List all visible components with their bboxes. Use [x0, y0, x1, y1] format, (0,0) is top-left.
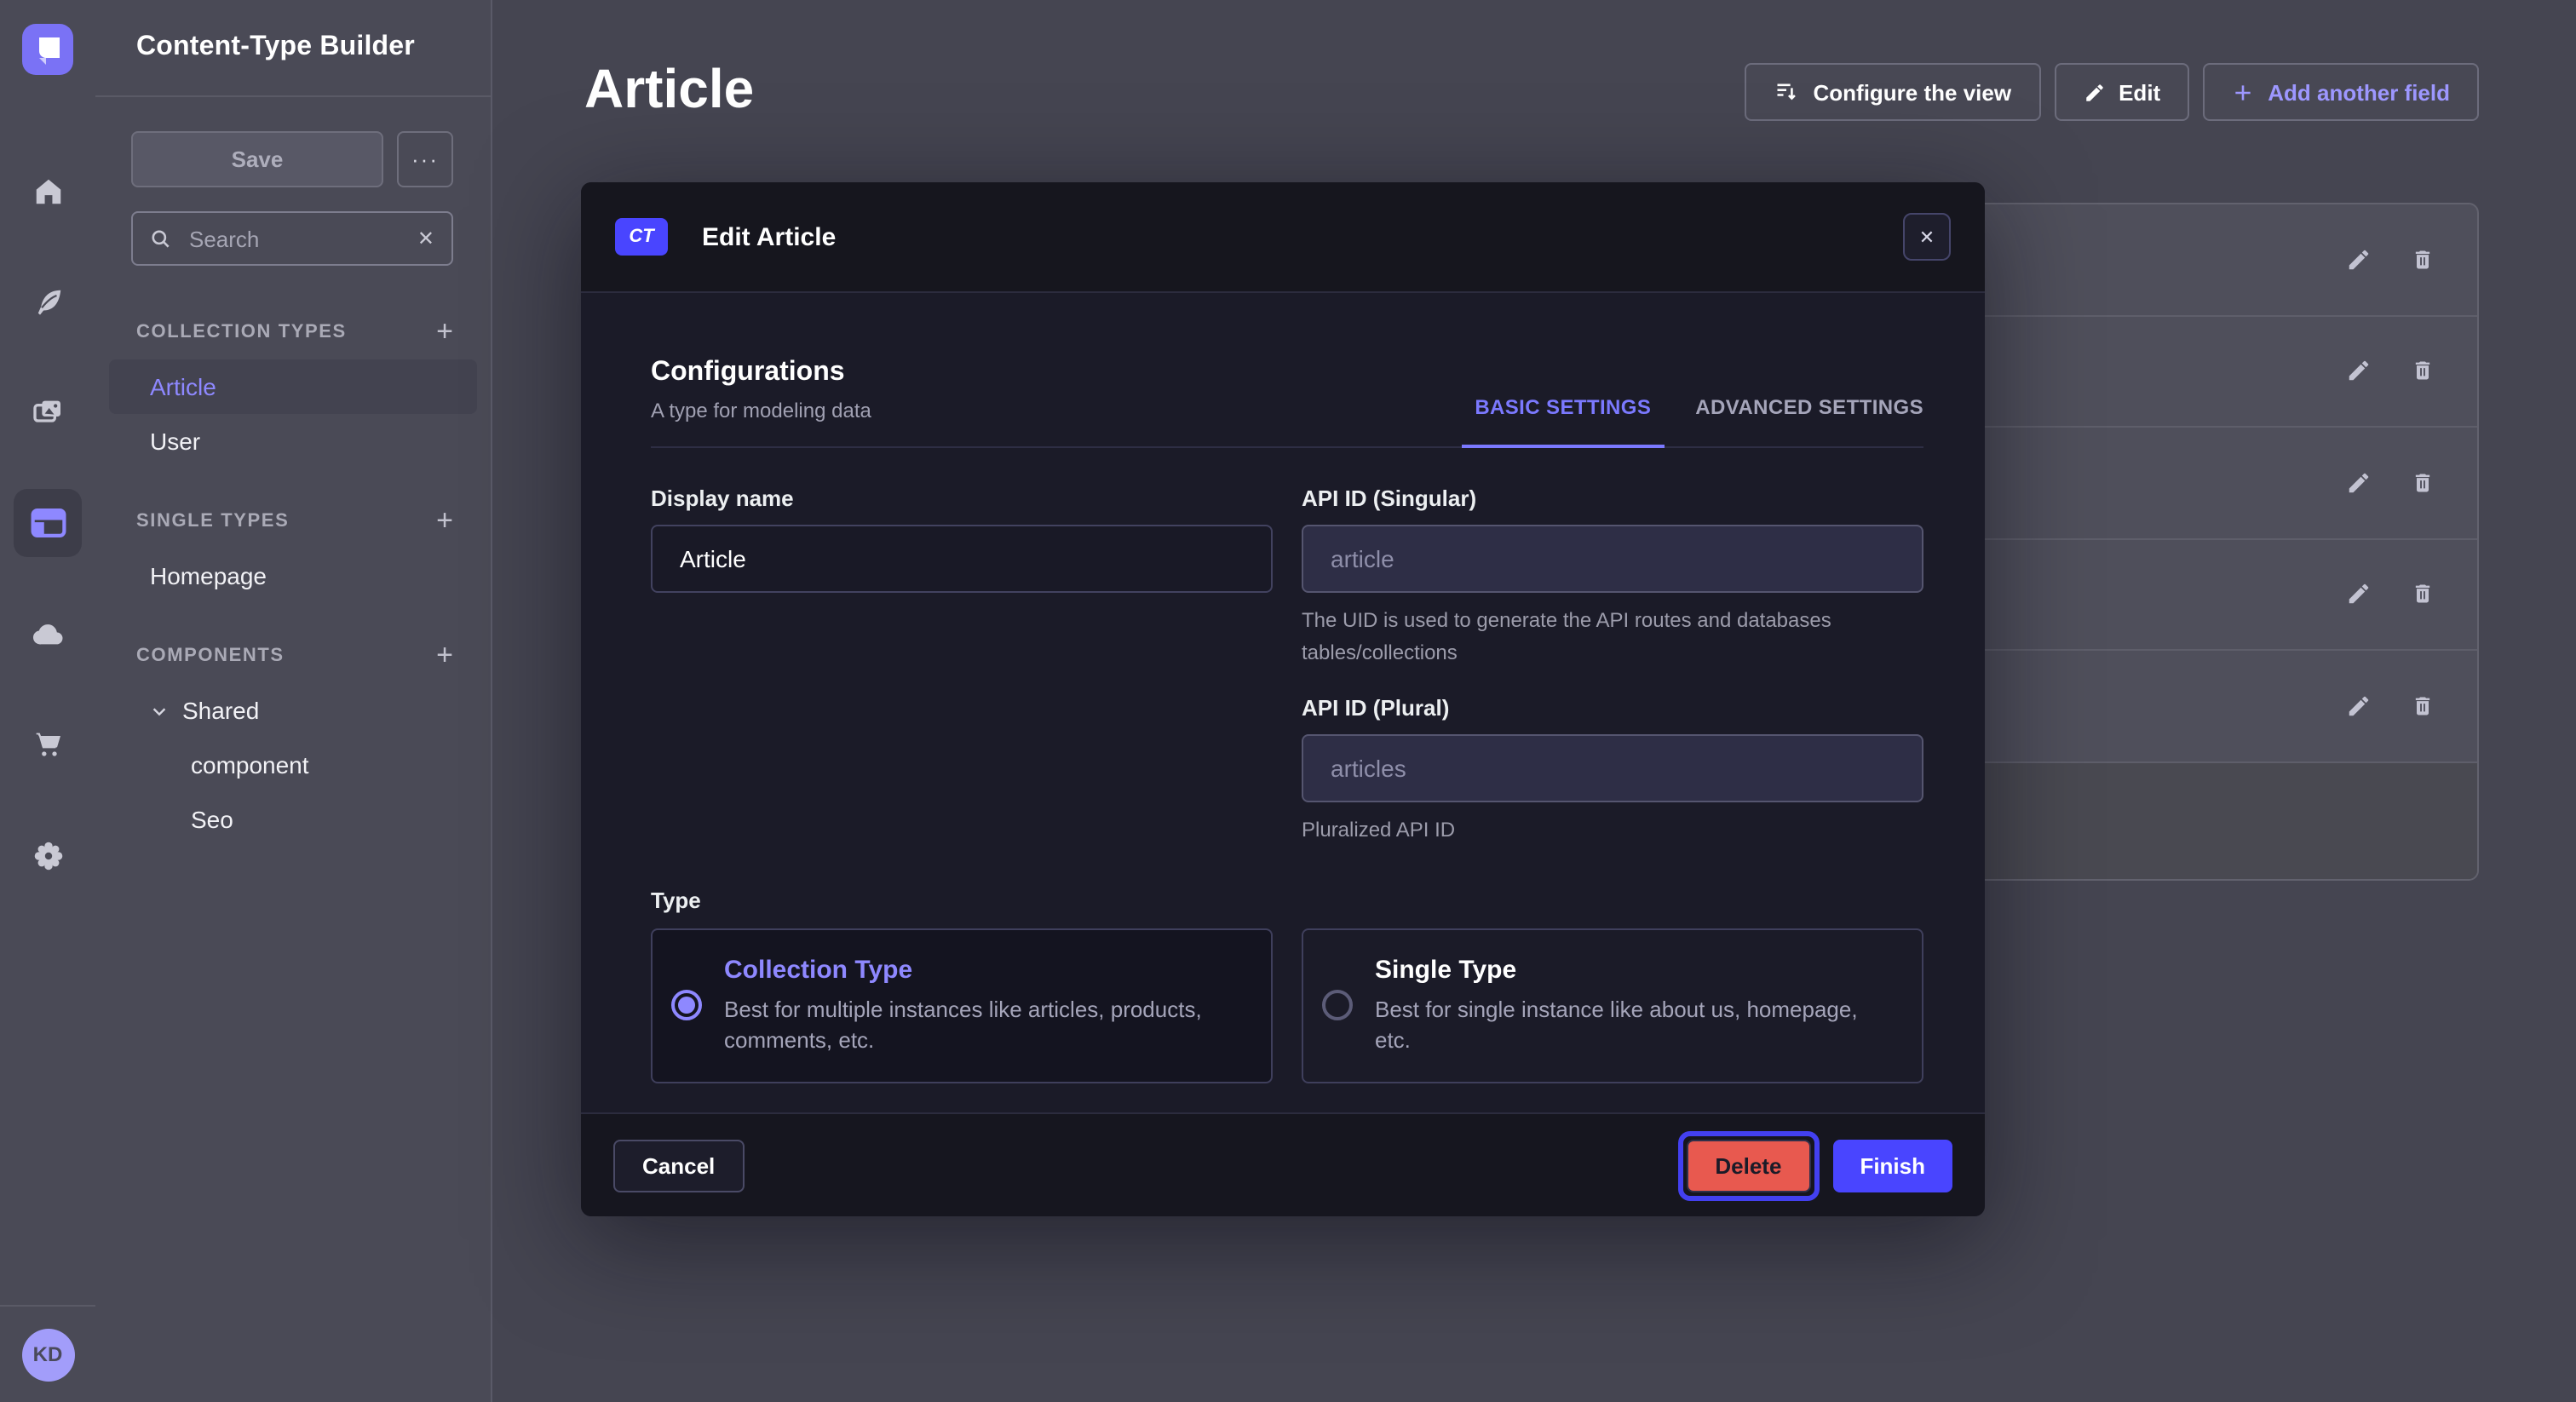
finish-button[interactable]: Finish [1832, 1139, 1952, 1192]
api-id-plural-field-group: API ID (Plural) Pluralized API ID [1302, 695, 1923, 846]
trash-icon[interactable] [2409, 581, 2436, 608]
search-box: ✕ [131, 211, 453, 266]
settings-tabs: BASIC SETTINGS ADVANCED SETTINGS [1475, 395, 1923, 446]
api-id-singular-input[interactable] [1302, 525, 1923, 593]
section-label: COMPONENTS [136, 645, 285, 665]
add-collection-type-icon[interactable]: + [436, 317, 453, 346]
display-name-label: Display name [651, 486, 1273, 511]
search-icon [150, 227, 172, 250]
delete-button[interactable]: Delete [1686, 1139, 1810, 1192]
rail-nav [14, 157, 82, 1305]
modal-body: Configurations A type for modeling data … [581, 293, 1985, 1112]
close-icon[interactable]: ✕ [1903, 213, 1951, 261]
section-single-types: SINGLE TYPES + Homepage [95, 506, 491, 603]
home-icon[interactable] [14, 157, 82, 225]
edit-button[interactable]: Edit [2054, 63, 2189, 121]
add-component-icon[interactable]: + [436, 641, 453, 669]
trash-icon[interactable] [2409, 469, 2436, 497]
type-label: Type [651, 888, 1923, 913]
pencil-icon[interactable] [2344, 358, 2372, 385]
pencil-icon[interactable] [2344, 246, 2372, 273]
section-label: COLLECTION TYPES [136, 321, 347, 342]
collection-type-card[interactable]: Collection Type Best for multiple instan… [651, 928, 1273, 1083]
plus-icon [2232, 81, 2254, 103]
cart-icon[interactable] [14, 710, 82, 779]
save-button[interactable]: Save [131, 131, 383, 187]
sidebar-item-user[interactable]: User [109, 414, 477, 468]
collection-type-title: Collection Type [724, 956, 1235, 985]
modal-footer: Cancel Delete Finish [581, 1112, 1985, 1216]
single-type-title: Single Type [1375, 956, 1886, 985]
user-avatar[interactable]: KD [21, 1328, 74, 1381]
chevron-down-icon [150, 701, 169, 720]
subnav-title: Content-Type Builder [136, 32, 415, 63]
add-another-field-button[interactable]: Add another field [2203, 63, 2479, 121]
pencil-icon [2083, 81, 2105, 103]
search-input[interactable] [186, 224, 404, 253]
display-name-input[interactable] [651, 525, 1273, 593]
trash-icon[interactable] [2409, 246, 2436, 273]
settings-icon[interactable] [14, 821, 82, 889]
section-components: COMPONENTS + Shared component Seo [95, 641, 491, 847]
tab-basic-settings[interactable]: BASIC SETTINGS [1475, 395, 1651, 446]
api-id-plural-input[interactable] [1302, 734, 1923, 802]
radio-collection-type[interactable] [671, 991, 702, 1021]
search-clear-icon[interactable]: ✕ [417, 227, 434, 250]
section-collection-types: COLLECTION TYPES + Article User [95, 317, 491, 468]
pencil-icon[interactable] [2344, 581, 2372, 608]
modal-title: Edit Article [702, 222, 836, 251]
configure-view-icon [1774, 80, 1800, 104]
page-title: Article [584, 58, 754, 121]
tab-advanced-settings[interactable]: ADVANCED SETTINGS [1695, 395, 1923, 446]
trash-icon[interactable] [2409, 358, 2436, 385]
radio-single-type[interactable] [1322, 991, 1353, 1021]
media-library-icon[interactable] [14, 378, 82, 446]
display-name-field-group: Display name [651, 486, 1273, 668]
section-label: SINGLE TYPES [136, 510, 289, 531]
configurations-title: Configurations [651, 358, 871, 388]
main-nav-rail: KD [0, 0, 97, 1402]
trash-icon[interactable] [2409, 692, 2436, 720]
sidebar-item-shared[interactable]: Shared [109, 683, 477, 738]
add-single-type-icon[interactable]: + [436, 506, 453, 535]
delete-button-highlight-ring: Delete [1677, 1130, 1819, 1200]
single-type-card[interactable]: Single Type Best for single instance lik… [1302, 928, 1923, 1083]
feather-icon[interactable] [14, 267, 82, 336]
api-id-singular-field-group: API ID (Singular) The UID is used to gen… [1302, 486, 1923, 668]
subnav-header: Content-Type Builder [95, 0, 491, 97]
content-type-builder-subnav: Content-Type Builder Save ··· ✕ COLLECTI… [95, 0, 492, 1402]
single-type-desc: Best for single instance like about us, … [1375, 995, 1886, 1054]
more-options-button[interactable]: ··· [397, 131, 453, 187]
sidebar-item-article[interactable]: Article [109, 359, 477, 414]
edit-article-modal: CT Edit Article ✕ Configurations A type … [581, 182, 1985, 1216]
modal-header: CT Edit Article ✕ [581, 182, 1985, 293]
sidebar-item-seo[interactable]: Seo [109, 792, 477, 847]
cancel-button[interactable]: Cancel [613, 1139, 744, 1192]
api-id-plural-helper: Pluralized API ID [1302, 814, 1923, 846]
cloud-icon[interactable] [14, 600, 82, 668]
rail-footer: KD [0, 1305, 95, 1402]
app-root: KD Content-Type Builder Save ··· ✕ COLLE… [0, 0, 2576, 1402]
sidebar-item-homepage[interactable]: Homepage [109, 549, 477, 603]
configurations-subtitle: A type for modeling data [651, 399, 871, 422]
sidebar-item-component[interactable]: component [109, 738, 477, 792]
content-type-badge: CT [615, 218, 668, 256]
collection-type-desc: Best for multiple instances like article… [724, 995, 1235, 1054]
pencil-icon[interactable] [2344, 692, 2372, 720]
api-id-plural-label: API ID (Plural) [1302, 695, 1923, 721]
strapi-logo[interactable] [22, 24, 73, 75]
configure-view-button[interactable]: Configure the view [1745, 63, 2041, 121]
api-id-singular-label: API ID (Singular) [1302, 486, 1923, 511]
content-type-builder-icon[interactable] [14, 489, 82, 557]
pencil-icon[interactable] [2344, 469, 2372, 497]
api-id-singular-helper: The UID is used to generate the API rout… [1302, 605, 1923, 668]
